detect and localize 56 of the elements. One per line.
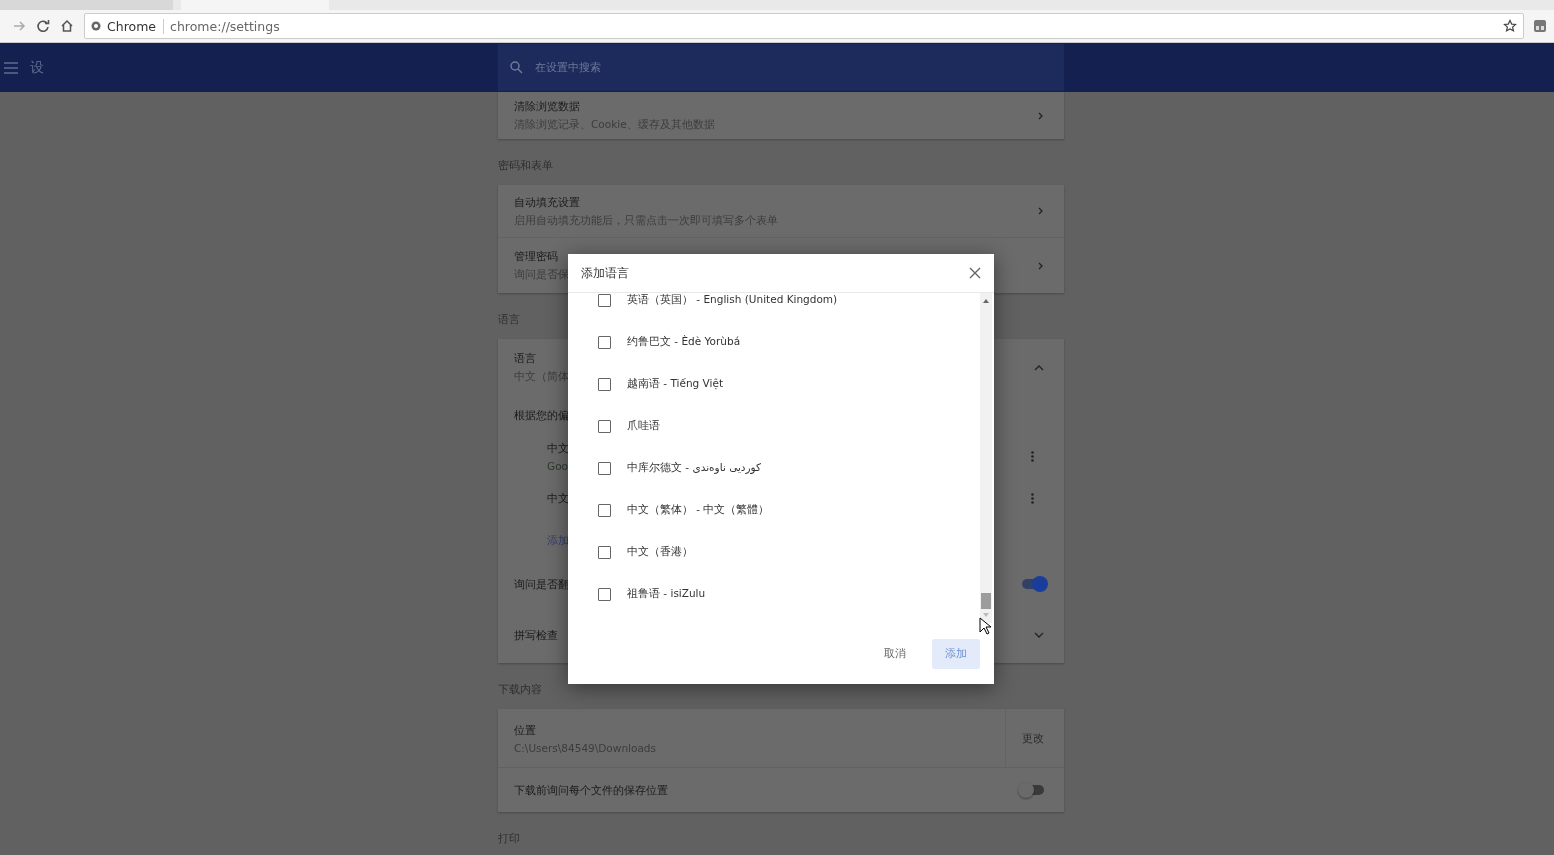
language-option[interactable]: 爪哇语 (627, 419, 660, 433)
language-option[interactable]: 越南语 - Tiếng Việt (627, 377, 724, 391)
cancel-button[interactable]: 取消 (878, 645, 912, 662)
chevron-right-icon[interactable] (1037, 111, 1044, 120)
checkbox[interactable] (598, 419, 611, 433)
search-field[interactable]: 在设置中搜索 (498, 44, 1064, 91)
chevron-right-icon[interactable] (1037, 207, 1044, 215)
setting-title: 自动填充设置 (514, 194, 581, 210)
setting-description: Goo (547, 459, 569, 472)
setting-title: 询问是否翻 (514, 576, 569, 592)
forward-icon[interactable] (12, 19, 26, 33)
search-icon (510, 61, 523, 74)
mouse-cursor-icon (979, 617, 991, 635)
menu-icon[interactable] (4, 61, 18, 74)
language-option[interactable]: 中文（香港） (627, 545, 693, 559)
extension-icon[interactable] (1534, 20, 1546, 32)
page-title: 设 (30, 58, 44, 77)
scroll-thumb[interactable] (981, 593, 991, 609)
site-label: Chrome (107, 18, 165, 34)
star-icon[interactable] (1503, 19, 1517, 33)
more-icon[interactable] (1031, 450, 1034, 462)
checkbox[interactable] (598, 587, 611, 601)
home-icon[interactable] (60, 19, 74, 33)
language-name: 中文 (547, 440, 569, 456)
collapse-icon[interactable] (1034, 363, 1044, 371)
setting-title: 位置 (514, 722, 537, 738)
language-name: 中文 (547, 490, 569, 506)
checkbox[interactable] (598, 293, 611, 307)
setting-title: 管理密码 (514, 249, 559, 264)
checkbox[interactable] (598, 545, 611, 559)
site-info-icon[interactable] (91, 21, 101, 31)
chevron-right-icon[interactable] (1037, 261, 1044, 270)
reload-icon[interactable] (36, 19, 50, 33)
checkbox[interactable] (598, 377, 611, 391)
checkbox[interactable] (598, 461, 611, 475)
scroll-up-icon[interactable] (983, 299, 989, 303)
checkbox[interactable] (598, 503, 611, 517)
url-text: chrome://settings (170, 18, 280, 34)
language-option[interactable]: 中文（繁体） - 中文（繁體） (627, 503, 770, 517)
language-option[interactable]: 中库尔德文 - کوردیی ناوەندی (627, 461, 761, 475)
search-input[interactable]: 在设置中搜索 (533, 60, 1052, 75)
setting-title: 语言 (514, 350, 537, 366)
setting-title: 清除浏览数据 (514, 99, 581, 114)
close-icon[interactable] (969, 267, 981, 279)
language-option[interactable]: 约鲁巴文 - Èdè Yorùbá (627, 335, 741, 349)
dialog-title: 添加语言 (581, 264, 629, 282)
scrollbar[interactable] (980, 293, 992, 623)
language-option[interactable]: 英语（英国） - English (United Kingdom) (627, 293, 838, 307)
setting-label: 根据您的偏 (514, 407, 569, 423)
setting-title: 拼写检查 (514, 627, 558, 643)
expand-icon[interactable] (1034, 631, 1044, 639)
setting-title: 下载前询问每个文件的保存位置 (514, 782, 668, 798)
checkbox[interactable] (598, 335, 611, 349)
more-icon[interactable] (1031, 492, 1034, 504)
address-bar[interactable]: Chrome chrome://settings (84, 13, 1524, 39)
language-option[interactable]: 祖鲁语 - isiZulu (627, 587, 706, 601)
